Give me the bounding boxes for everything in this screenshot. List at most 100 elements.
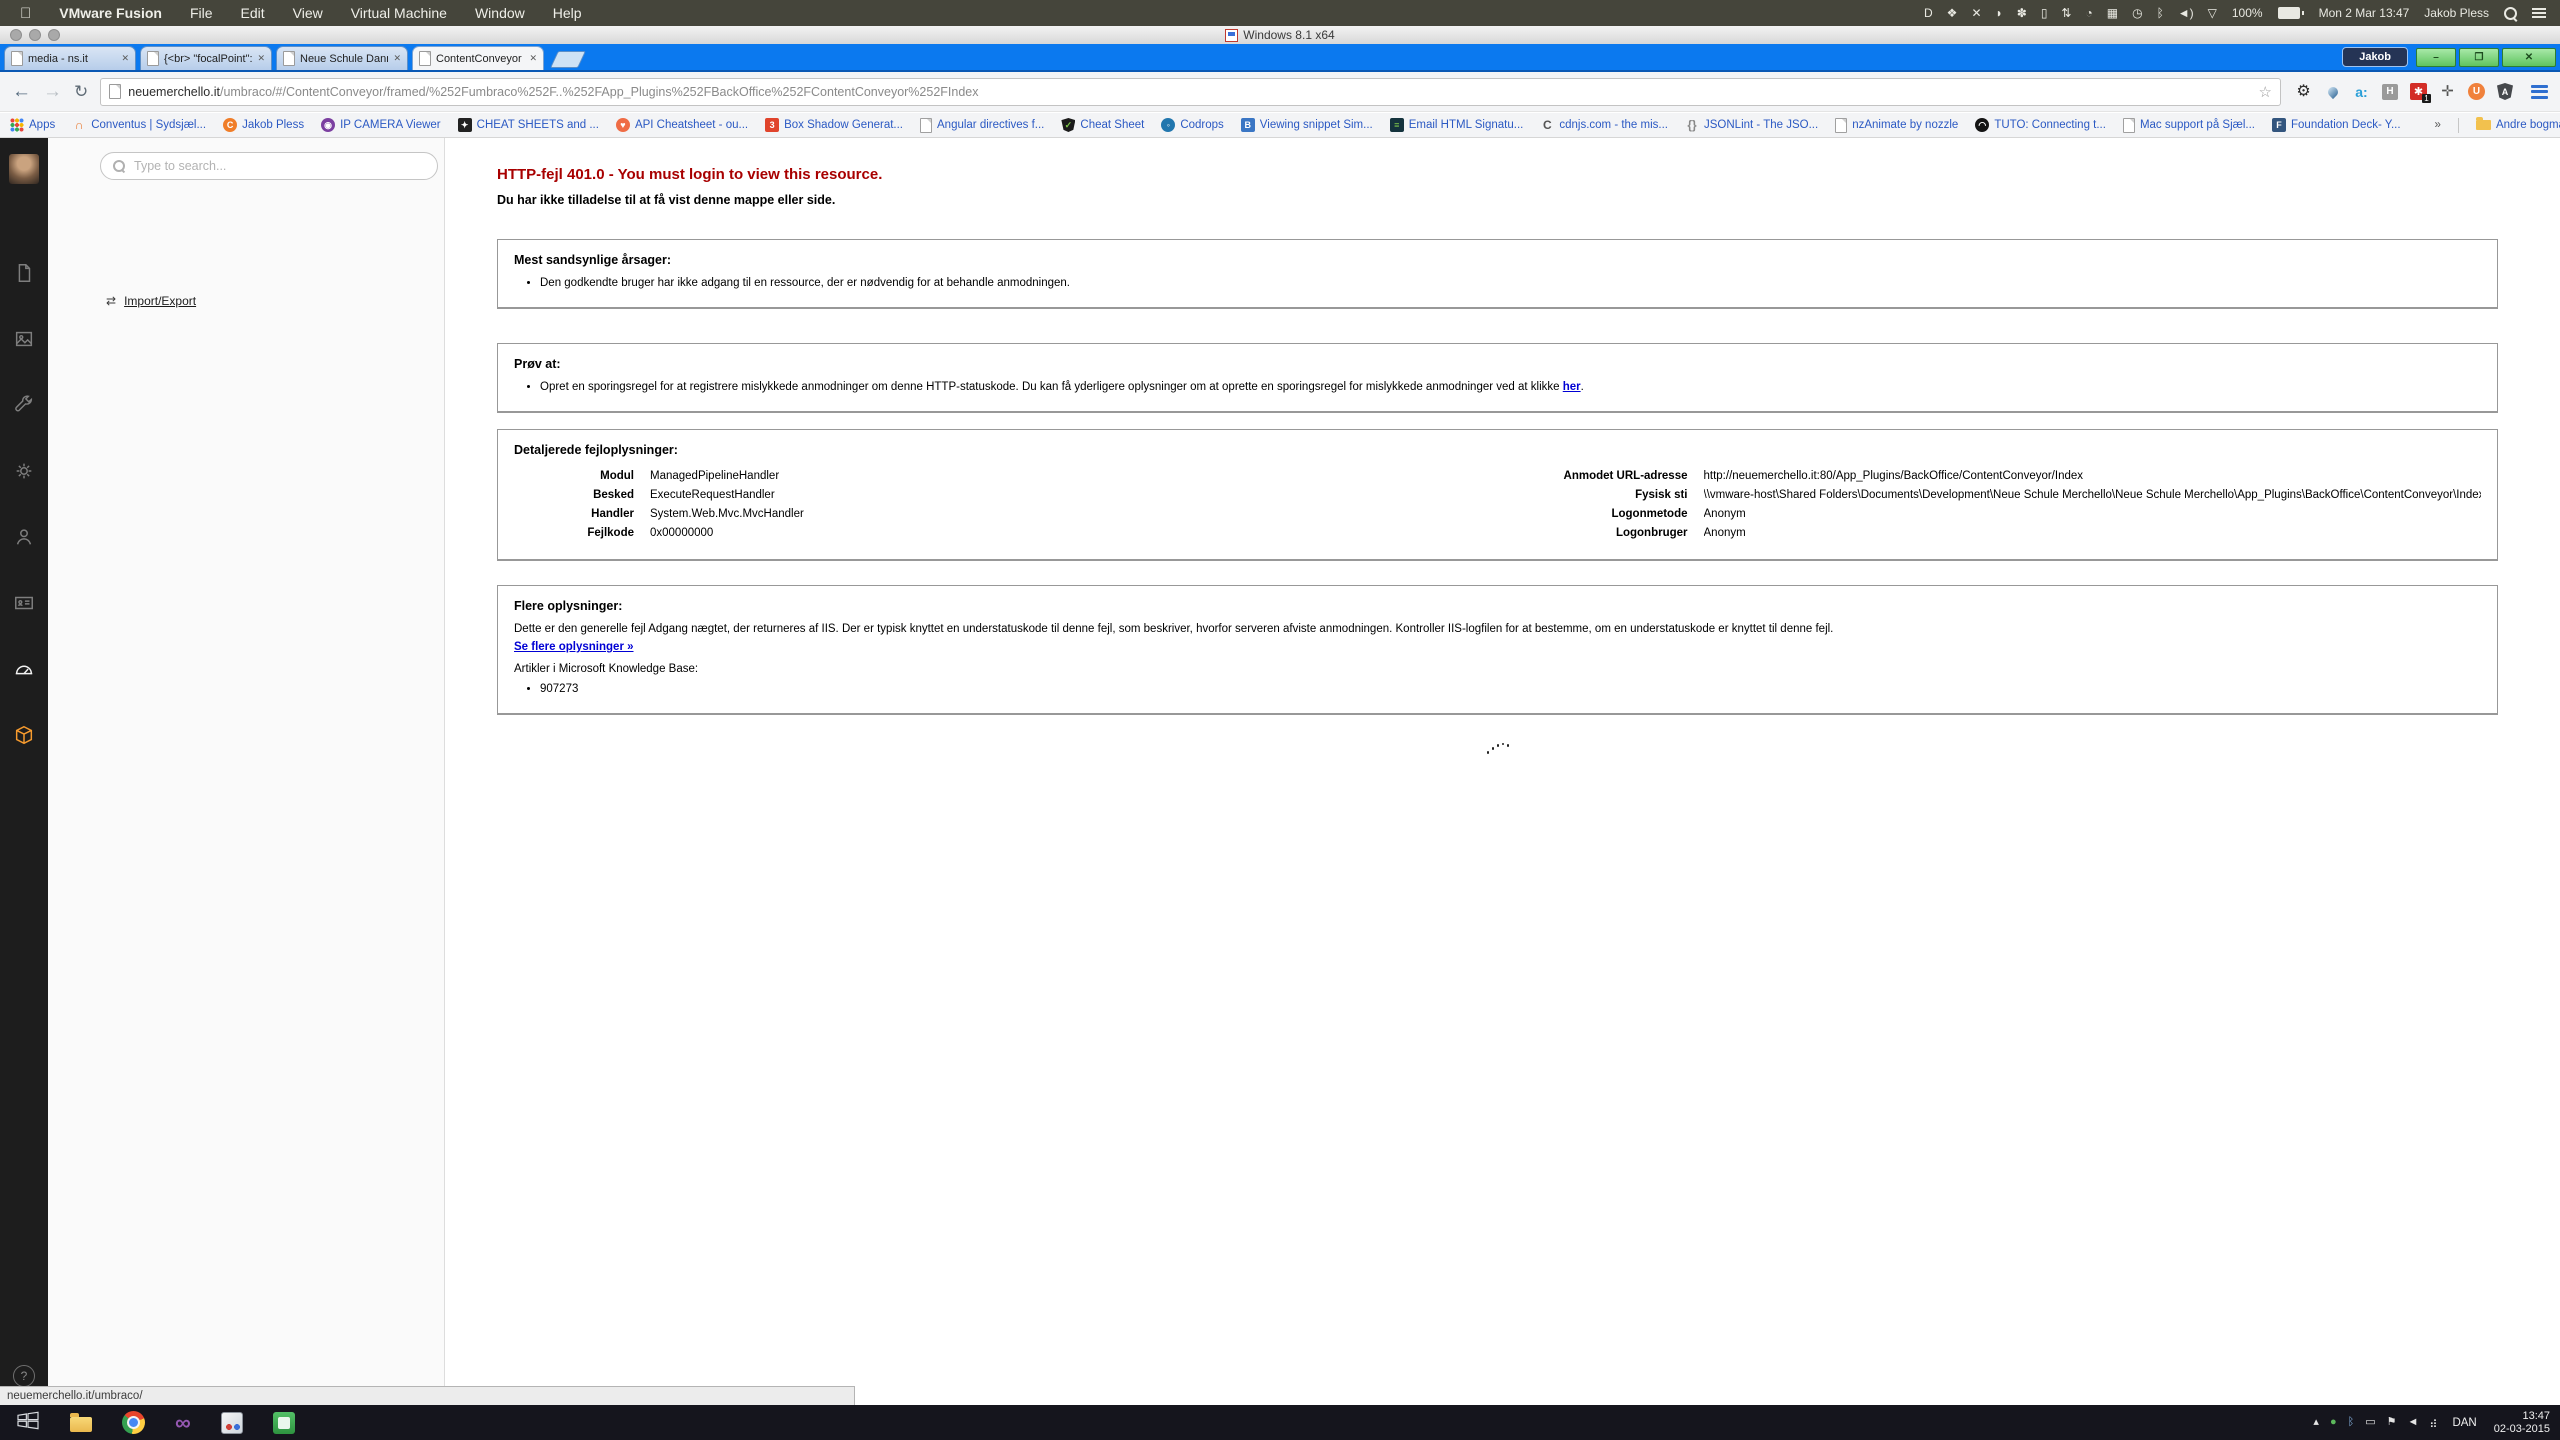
angular-extension-icon[interactable]: A: [2497, 83, 2513, 100]
more-info-link[interactable]: Se flere oplysninger »: [514, 641, 634, 653]
tray-monitor-icon[interactable]: ▭: [2365, 1417, 2375, 1428]
tray-volume-icon[interactable]: ◄: [2407, 1417, 2418, 1428]
menu-virtual-machine[interactable]: Virtual Machine: [351, 5, 447, 21]
bookmark-item[interactable]: ◦ Codrops: [1161, 118, 1224, 132]
umbraco-extension-icon[interactable]: U: [2468, 83, 2485, 100]
media-section-icon[interactable]: [13, 328, 35, 350]
menu-view[interactable]: View: [293, 5, 323, 21]
users-section-icon[interactable]: [13, 526, 35, 548]
menu-file[interactable]: File: [190, 5, 213, 21]
spotlight-icon[interactable]: [2504, 6, 2517, 20]
taskbar-pinned-app-icon[interactable]: [220, 1411, 243, 1434]
omnibox[interactable]: neuemerchello.it/umbraco/#/ContentConvey…: [100, 77, 2281, 106]
sync-icon[interactable]: ⇅: [2061, 7, 2071, 19]
chrome-taskbar-icon[interactable]: [122, 1411, 145, 1434]
chrome-menu-icon[interactable]: [2531, 84, 2548, 99]
menu-help[interactable]: Help: [553, 5, 582, 21]
tray-network-icon[interactable]: ⣴: [2429, 1417, 2437, 1428]
gear-extension-icon[interactable]: ⚙: [2295, 83, 2312, 100]
droplet-extension-icon[interactable]: [2324, 83, 2341, 100]
tray-bluetooth-icon[interactable]: ᛒ: [2348, 1417, 2355, 1428]
user-avatar[interactable]: [9, 154, 39, 184]
developer-gear-icon[interactable]: [13, 460, 35, 482]
bookmark-item[interactable]: Angular directives f...: [920, 117, 1044, 133]
tab-contentconveyor-active[interactable]: ContentConveyor - neuen ✕: [412, 46, 544, 70]
x-status-icon[interactable]: ✕: [1971, 7, 1981, 19]
bookmark-star-icon[interactable]: ☆: [2259, 83, 2272, 101]
search-input[interactable]: [132, 158, 425, 174]
clock-status-icon[interactable]: ◷: [2132, 7, 2142, 19]
tree-item-import-export[interactable]: ⇄ Import/Export: [106, 294, 196, 308]
bookmark-item[interactable]: Mac support på Sjæl...: [2122, 117, 2255, 133]
settings-wrench-icon[interactable]: [13, 394, 35, 416]
help-icon[interactable]: ?: [13, 1365, 35, 1387]
bookmark-item[interactable]: ◉ IP CAMERA Viewer: [321, 118, 441, 132]
back-button[interactable]: ←: [12, 82, 31, 101]
bookmark-item[interactable]: 3 Box Shadow Generat...: [765, 118, 903, 132]
menu-user-name[interactable]: Jakob Pless: [2424, 7, 2489, 19]
taskbar-pinned-app-icon-2[interactable]: [272, 1411, 295, 1434]
dropbox-icon[interactable]: ❖: [1947, 7, 1958, 19]
gauge-section-icon[interactable]: [13, 658, 35, 680]
other-bookmarks-folder[interactable]: Andre bogmærker: [2475, 117, 2560, 131]
time-machine-icon[interactable]: ◔: [2085, 7, 2092, 19]
menu-clock[interactable]: Mon 2 Mar 13:47: [2319, 7, 2410, 19]
bluetooth-icon[interactable]: ᛒ: [2157, 7, 2164, 19]
lastpass-extension-icon[interactable]: ✱ 1: [2410, 83, 2431, 103]
bookmark-item[interactable]: ✓ Cheat Sheet: [1061, 118, 1144, 132]
bookmarks-overflow-chevron[interactable]: »: [2435, 119, 2441, 131]
minimize-button[interactable]: –: [2416, 47, 2456, 67]
tray-caret-up-icon[interactable]: ▴: [2313, 1417, 2319, 1428]
bookmark-item[interactable]: F Foundation Deck- Y...: [2272, 118, 2401, 132]
restore-button[interactable]: ❐: [2459, 47, 2499, 67]
page-security-icon[interactable]: [109, 84, 122, 99]
h-extension-icon[interactable]: H: [2382, 83, 2398, 100]
battery-icon[interactable]: [2277, 7, 2304, 19]
bookmark-item[interactable]: {} JSONLint - The JSO...: [1685, 118, 1818, 132]
bookmark-item[interactable]: nzAnimate by nozzle: [1835, 117, 1958, 133]
content-section-icon[interactable]: [13, 262, 35, 284]
tab-focalpoint-json[interactable]: {<br> "focalPoint": {<br ✕: [140, 46, 272, 70]
package-section-icon-active[interactable]: [13, 724, 35, 746]
device-icon[interactable]: ▯: [2041, 7, 2048, 19]
wifi-icon[interactable]: ▽: [2208, 7, 2217, 19]
tray-flag-icon[interactable]: ⚑: [2387, 1417, 2397, 1428]
a-extension-icon[interactable]: a:: [2353, 83, 2370, 100]
menu-app-name[interactable]: VMware Fusion: [59, 5, 162, 21]
bookmark-item[interactable]: Apps: [10, 118, 55, 132]
tab-close-icon[interactable]: ✕: [121, 53, 129, 64]
tab-close-icon[interactable]: ✕: [393, 53, 401, 64]
tab-close-icon[interactable]: ✕: [257, 53, 265, 64]
tab-close-icon[interactable]: ✕: [529, 53, 537, 64]
activity-chart-icon[interactable]: ▦: [2107, 7, 2118, 19]
droplet-icon[interactable]: ◗: [1996, 7, 2003, 19]
close-button[interactable]: ✕: [2502, 47, 2556, 67]
language-indicator[interactable]: DAN: [2452, 1417, 2476, 1429]
bookmark-item[interactable]: ◠ TUTO: Connecting t...: [1975, 118, 2106, 132]
bookmark-item[interactable]: ∩ Conventus | Sydsjæl...: [72, 118, 206, 132]
members-card-icon[interactable]: [13, 592, 35, 614]
bookmark-item[interactable]: B Viewing snippet Sim...: [1240, 118, 1373, 132]
tree-item-label[interactable]: Import/Export: [124, 294, 196, 308]
menu-window[interactable]: Window: [475, 5, 525, 21]
reload-button[interactable]: ↻: [74, 83, 88, 100]
file-explorer-icon[interactable]: [70, 1412, 92, 1432]
new-tab-button[interactable]: [550, 51, 586, 68]
crosshair-extension-icon[interactable]: ✛: [2439, 83, 2456, 100]
visual-studio-icon[interactable]: ∞: [175, 1411, 191, 1433]
tree-search-box[interactable]: [100, 152, 438, 180]
forward-button[interactable]: →: [43, 82, 62, 101]
notification-center-icon[interactable]: [2532, 8, 2546, 18]
here-link[interactable]: her: [1563, 381, 1581, 393]
taskbar-clock[interactable]: 13:47 02-03-2015: [2494, 1410, 2550, 1436]
chrome-profile-button[interactable]: Jakob: [2342, 47, 2408, 67]
bookmark-item[interactable]: ♥ API Cheatsheet - ou...: [615, 118, 748, 132]
volume-icon[interactable]: ◄): [2178, 7, 2194, 19]
start-button[interactable]: [16, 1410, 40, 1435]
tab-neue-schule[interactable]: Neue Schule Danmark ✕: [276, 46, 408, 70]
bookmark-item[interactable]: ✦ CHEAT SHEETS and ...: [457, 118, 599, 132]
tray-green-status-icon[interactable]: ●: [2330, 1417, 2337, 1428]
menu-edit[interactable]: Edit: [241, 5, 265, 21]
bookmark-item[interactable]: C Jakob Pless: [223, 118, 304, 132]
bookmark-item[interactable]: Ccdnjs.com - the mis...: [1540, 118, 1668, 132]
